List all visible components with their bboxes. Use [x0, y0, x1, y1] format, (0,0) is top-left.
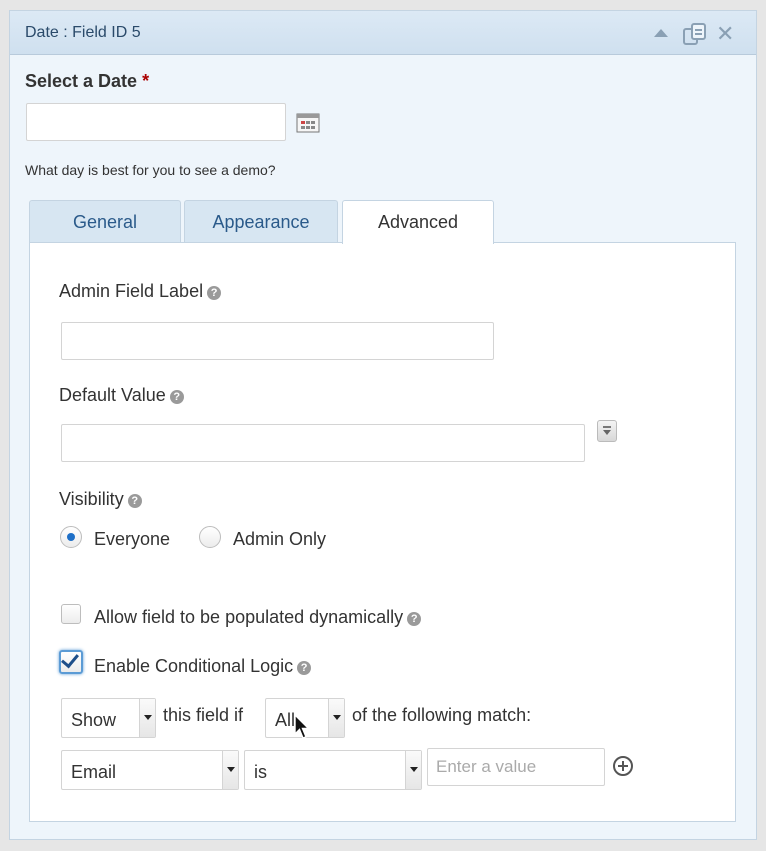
conditional-logic-label[interactable]: Enable Conditional Logic?: [94, 656, 312, 677]
chevron-down-icon: [328, 699, 344, 737]
default-value-input[interactable]: [61, 424, 585, 462]
mouse-cursor-icon: [294, 713, 311, 745]
advanced-tab-panel: Admin Field Label? Default Value? Visibi…: [29, 242, 736, 822]
visibility-everyone-radio[interactable]: [60, 526, 82, 548]
tab-general[interactable]: General: [29, 200, 181, 243]
chevron-down-icon: [139, 699, 155, 737]
field-description: What day is best for you to see a demo?: [25, 162, 276, 178]
visibility-everyone-label[interactable]: Everyone: [94, 529, 170, 550]
chevron-down-icon: [222, 751, 238, 789]
calendar-icon[interactable]: [296, 113, 320, 138]
logic-text-mid: this field if: [163, 705, 244, 725]
help-icon[interactable]: ?: [297, 661, 312, 675]
help-icon[interactable]: ?: [169, 390, 184, 404]
help-icon[interactable]: ?: [127, 494, 142, 508]
help-icon[interactable]: ?: [407, 612, 422, 626]
field-preview-label: Select a Date *: [25, 71, 150, 91]
admin-label-input[interactable]: [61, 322, 494, 360]
tab-advanced[interactable]: Advanced: [342, 200, 494, 244]
duplicate-icon[interactable]: [682, 22, 706, 45]
default-value-heading: Default Value?: [59, 385, 184, 406]
rule-value-input[interactable]: Enter a value: [427, 748, 605, 786]
help-icon[interactable]: ?: [207, 286, 222, 300]
field-settings-panel: Date : Field ID 5 ✕ Select a Date * What: [9, 10, 757, 840]
panel-header[interactable]: Date : Field ID 5 ✕: [10, 11, 756, 55]
populate-dynamically-checkbox[interactable]: [61, 604, 81, 624]
visibility-admin-only-label[interactable]: Admin Only: [233, 529, 326, 550]
collapse-arrow-icon[interactable]: [654, 29, 668, 37]
visibility-heading: Visibility?: [59, 489, 142, 510]
panel-title: Date : Field ID 5: [25, 24, 141, 41]
rule-field-select[interactable]: Email: [61, 750, 239, 790]
date-preview-input[interactable]: [26, 103, 286, 141]
logic-text-end: of the following match:: [352, 705, 532, 725]
admin-label-heading: Admin Field Label?: [59, 281, 222, 302]
logic-action-select[interactable]: Show: [61, 698, 156, 738]
rule-operator-select[interactable]: is: [244, 750, 422, 790]
merge-tag-icon[interactable]: [597, 420, 617, 442]
visibility-admin-only-radio[interactable]: [199, 526, 221, 548]
close-icon[interactable]: ✕: [716, 23, 738, 46]
tab-appearance[interactable]: Appearance: [184, 200, 338, 243]
conditional-logic-checkbox[interactable]: [59, 650, 83, 674]
add-rule-icon[interactable]: [613, 756, 633, 776]
populate-dynamically-label[interactable]: Allow field to be populated dynamically?: [94, 607, 422, 628]
chevron-down-icon: [405, 751, 421, 789]
required-marker: *: [142, 71, 150, 91]
